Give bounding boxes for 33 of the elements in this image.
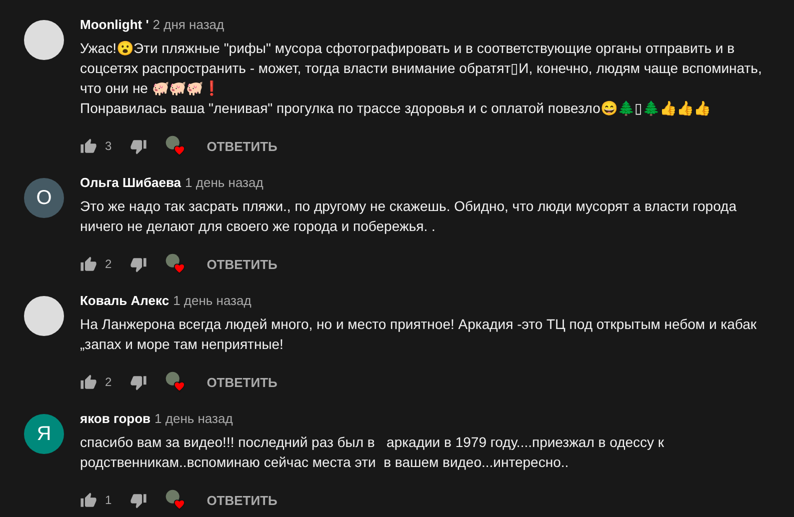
author-name[interactable]: яков горов: [80, 411, 151, 426]
thumbs-up-icon[interactable]: [80, 374, 97, 390]
thumbs-up-icon[interactable]: [80, 138, 97, 154]
comment-text: спасибо вам за видео!!! последний раз был в аркадии в 1979 году....приезжал в одессу к родственникам..вспоминаю сейчас места эти в вашем видео...интересно..: [80, 433, 666, 472]
author-name[interactable]: Moonlight ': [80, 17, 149, 32]
comment-time[interactable]: 1 день назад: [173, 293, 252, 308]
comment-text: Это же надо так засрать пляжи., по другому не скажешь. Обидно, что люди мусорят а власти города ничего не делают для своего же города и побережья. .: [80, 197, 738, 236]
thumbs-down-icon[interactable]: [130, 138, 147, 154]
comment-time[interactable]: 1 день назад: [185, 175, 264, 190]
comment-text: На Ланжерона всегда людей много, но и место приятное! Аркадия -это ТЦ под открытым небом и кабак „запах и море там неприятные!: [80, 315, 758, 354]
like-count: 1: [105, 493, 112, 507]
reply-button[interactable]: ОТВЕТИТЬ: [198, 368, 286, 396]
thumbs-down-icon[interactable]: [130, 374, 147, 390]
author-name[interactable]: Ольга Шибаева: [80, 175, 182, 190]
avatar-placeholder[interactable]: [24, 296, 64, 336]
thumbs-down-icon[interactable]: [130, 256, 147, 272]
comment-text: Ужас!😮Эти пляжные "рифы" мусора сфотографировать и в соответствующие органы отправить и в соцсетях распространить - может, тогда власти внимание обратят▯И, конечно, людям чаще вспоминать, что они не 🐖🐖🐖❗: [80, 39, 763, 98]
thumbs-down-icon[interactable]: [130, 492, 147, 508]
like-count: 2: [105, 257, 112, 271]
comment-time[interactable]: 2 дня назад: [152, 17, 224, 32]
avatar-placeholder[interactable]: [24, 20, 64, 60]
author-name[interactable]: Коваль Алекс: [80, 293, 170, 308]
thumbs-up-icon[interactable]: [80, 256, 97, 272]
like-count: 3: [105, 139, 112, 153]
reply-button[interactable]: ОТВЕТИТЬ: [198, 250, 286, 278]
avatar[interactable]: О: [24, 178, 64, 218]
comment-time[interactable]: 1 день назад: [154, 411, 233, 426]
comment-text: Понравилась ваша "ленивая" прогулка по трассе здоровья и с оплатой повезло😄🌲▯🌲👍👍👍: [80, 99, 712, 118]
reply-button[interactable]: ОТВЕТИТЬ: [198, 132, 286, 160]
avatar[interactable]: Я: [24, 414, 64, 454]
thumbs-up-icon[interactable]: [80, 492, 97, 508]
reply-button[interactable]: ОТВЕТИТЬ: [198, 486, 286, 514]
like-count: 2: [105, 375, 112, 389]
